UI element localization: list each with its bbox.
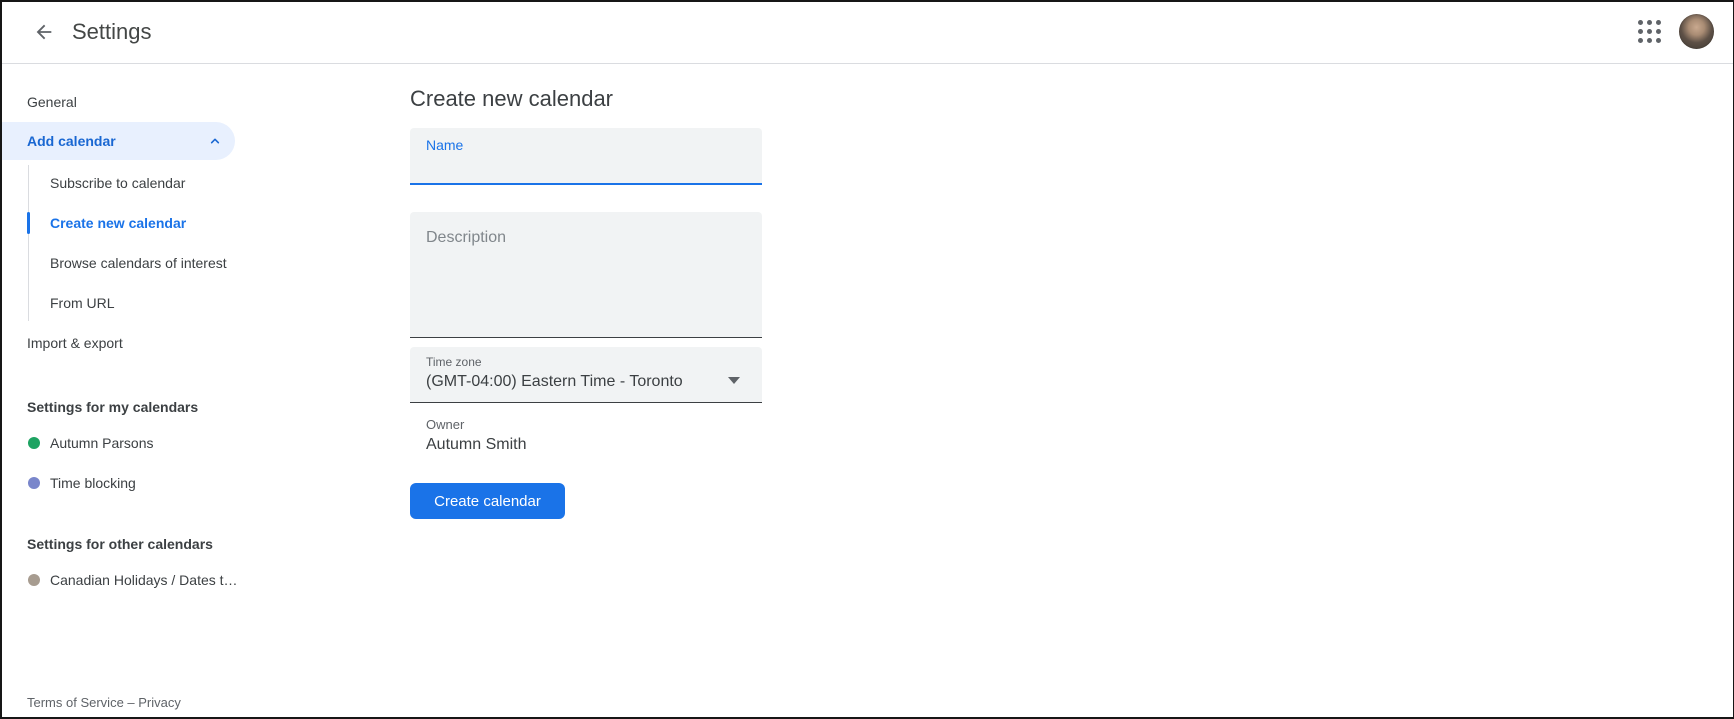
timezone-label: Time zone bbox=[426, 355, 482, 369]
apps-grid-icon bbox=[1637, 20, 1661, 43]
other-calendars-heading: Settings for other calendars bbox=[27, 536, 213, 552]
dropdown-caret-icon bbox=[728, 377, 740, 384]
name-field-container: Name bbox=[410, 128, 762, 185]
terms-privacy-links[interactable]: Terms of Service – Privacy bbox=[27, 695, 181, 710]
sidebar-item-label: Create new calendar bbox=[50, 215, 187, 231]
calendar-label: Canadian Holidays / Dates t… bbox=[50, 572, 238, 588]
description-input[interactable] bbox=[410, 212, 762, 337]
panel-title: Create new calendar bbox=[410, 86, 614, 111]
sidebar-item-import-export[interactable]: Import & export bbox=[0, 323, 337, 363]
sidebar-item-from-url[interactable]: From URL bbox=[0, 283, 337, 323]
sidebar-item-label: Import & export bbox=[27, 335, 123, 351]
sidebar-item-label: Subscribe to calendar bbox=[50, 175, 186, 191]
sidebar-item-general[interactable]: General bbox=[0, 82, 337, 122]
back-arrow-icon bbox=[33, 21, 55, 43]
sidebar-calendar-time-blocking[interactable]: Time blocking bbox=[0, 463, 337, 503]
my-calendars-heading: Settings for my calendars bbox=[27, 399, 199, 415]
calendar-color-dot bbox=[28, 437, 40, 449]
sidebar-item-browse-calendars[interactable]: Browse calendars of interest bbox=[0, 243, 337, 283]
sidebar: General Add calendar Subscribe to calend… bbox=[0, 64, 337, 719]
sidebar-calendar-canadian-holidays[interactable]: Canadian Holidays / Dates t… bbox=[0, 560, 337, 600]
name-field-label: Name bbox=[426, 137, 464, 153]
description-field-container bbox=[410, 212, 762, 338]
calendar-color-dot bbox=[28, 574, 40, 586]
sidebar-item-label: General bbox=[27, 94, 77, 110]
timezone-value: (GMT-04:00) Eastern Time - Toronto bbox=[426, 373, 683, 390]
profile-avatar[interactable] bbox=[1679, 14, 1714, 49]
owner-label: Owner bbox=[426, 417, 465, 432]
name-input[interactable] bbox=[426, 154, 746, 178]
active-item-indicator bbox=[27, 212, 30, 234]
sidebar-item-label: Add calendar bbox=[27, 133, 116, 149]
page-title: Settings bbox=[72, 18, 152, 44]
add-calendar-subnav: Subscribe to calendar Create new calenda… bbox=[0, 163, 337, 323]
calendar-label: Time blocking bbox=[50, 475, 136, 491]
back-button[interactable] bbox=[24, 12, 64, 52]
create-calendar-panel: Create new calendar Name Time zone (GMT-… bbox=[410, 64, 1734, 719]
header: Settings bbox=[0, 0, 1734, 64]
create-calendar-button[interactable]: Create calendar bbox=[410, 483, 565, 519]
settings-page: Settings General Add calendar Subscribe … bbox=[0, 0, 1734, 719]
owner-value: Autumn Smith bbox=[426, 436, 527, 453]
sidebar-item-add-calendar[interactable]: Add calendar bbox=[0, 122, 235, 160]
sidebar-item-create-new-calendar[interactable]: Create new calendar bbox=[0, 203, 337, 243]
calendar-label: Autumn Parsons bbox=[50, 435, 154, 451]
apps-grid-button[interactable] bbox=[1629, 12, 1669, 52]
timezone-select[interactable]: Time zone (GMT-04:00) Eastern Time - Tor… bbox=[410, 347, 762, 403]
calendar-color-dot bbox=[28, 477, 40, 489]
sidebar-item-label: From URL bbox=[50, 295, 115, 311]
chevron-up-icon bbox=[207, 133, 223, 152]
sidebar-item-subscribe-to-calendar[interactable]: Subscribe to calendar bbox=[0, 163, 337, 203]
sidebar-item-label: Browse calendars of interest bbox=[50, 255, 227, 271]
sidebar-calendar-autumn-parsons[interactable]: Autumn Parsons bbox=[0, 423, 337, 463]
